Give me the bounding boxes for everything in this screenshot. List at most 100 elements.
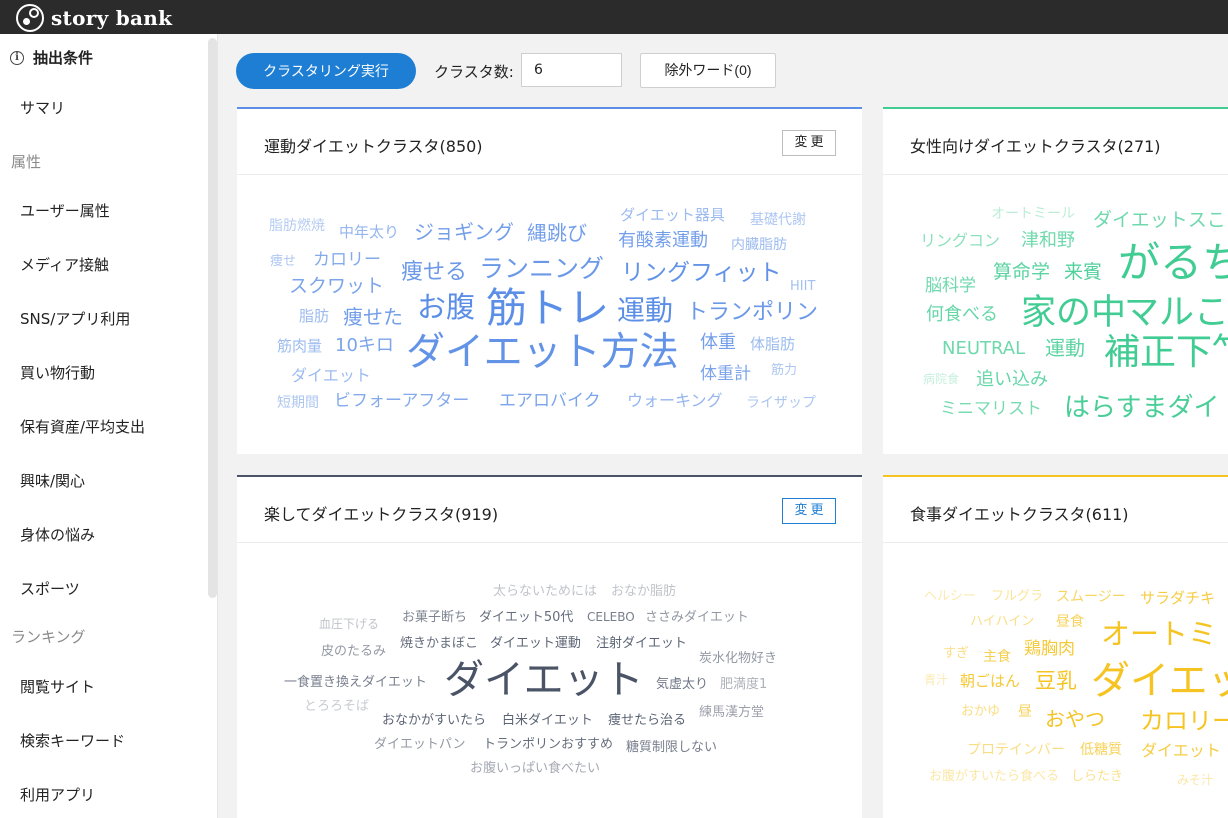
cloud-word[interactable]: 家の中 [1021,296,1126,331]
cloud-word[interactable]: 血圧下げる [319,618,379,630]
cloud-word[interactable]: 朝ごはん [960,674,1020,689]
cloud-word[interactable]: ミニマリスト [940,401,1042,418]
cloud-word[interactable]: ダイエットパン [374,738,466,751]
run-clustering-button[interactable]: クラスタリング実行 [236,53,416,89]
cloud-word[interactable]: サラダチキ [1140,591,1215,606]
cloud-word[interactable]: NEUTRAL [942,340,1025,358]
cloud-word[interactable]: 10キロ [335,337,394,355]
cloud-word[interactable]: お腹がすいたら食べる [929,770,1059,783]
cloud-word[interactable]: 肥満度1 [720,678,767,691]
cloud-word[interactable]: お腹いっぱい食べたい [470,762,600,775]
cloud-word[interactable]: 気虚太り [656,678,708,691]
cloud-word[interactable]: スクワット [289,277,384,296]
cloud-word[interactable]: カロリー [1140,709,1228,733]
cloud-word[interactable]: スムージー [1056,590,1126,604]
cloud-word[interactable]: 体重計 [700,366,751,383]
cloud-word[interactable]: ライザップ [746,396,816,410]
cloud-word[interactable]: ダイエットスこ [1093,211,1226,230]
cloud-word[interactable]: ダイエット運動 [490,637,581,650]
cloud-word[interactable]: ダイエット50代 [479,611,573,624]
cluster-count-input[interactable]: 6 [521,53,622,87]
logo[interactable]: story bank [16,4,172,32]
cloud-word[interactable]: ヘルシー [924,590,976,603]
cloud-word[interactable]: 練馬漢方堂 [699,706,764,719]
cloud-word[interactable]: おやつ [1045,709,1105,729]
cloud-word[interactable]: 運動 [1045,338,1085,358]
sidebar-item-summary[interactable]: サマリ [20,97,65,118]
cloud-word[interactable]: 焼きかまぼこ [400,637,478,650]
sidebar-item-search-keywords[interactable]: 検索キーワード [20,730,125,751]
sidebar-item-shopping-behavior[interactable]: 買い物行動 [20,362,95,383]
cloud-word[interactable]: 主食 [983,650,1011,664]
cloud-word[interactable]: エアロバイク [499,393,601,410]
cloud-word[interactable]: 筋力 [771,364,797,377]
sidebar-item-body-concerns[interactable]: 身体の悩み [20,524,95,545]
cloud-word[interactable]: 来賓 [1064,263,1102,282]
cloud-word[interactable]: 縄跳び [527,223,587,243]
cloud-word[interactable]: 痩せる [401,262,467,284]
cloud-word[interactable]: ダイエット器具 [620,208,725,223]
cloud-word[interactable]: 体重 [700,334,736,352]
cloud-word[interactable]: リングフィット [621,262,782,285]
cloud-word[interactable]: 体脂肪 [750,337,795,352]
cloud-word[interactable]: 運動 [617,297,673,325]
cloud-word[interactable]: CELEBO [587,611,635,623]
cloud-word[interactable]: トランポリン [686,302,818,324]
cloud-word[interactable]: 津和野 [1021,232,1075,250]
cloud-word[interactable]: オートミ [1101,620,1217,649]
sidebar-item-used-apps[interactable]: 利用アプリ [20,784,95,805]
cloud-word[interactable]: 筋肉量 [277,339,322,354]
cloud-word[interactable]: リングコン [920,233,1000,249]
cloud-word[interactable]: プロテインバー [967,743,1065,757]
cloud-word[interactable]: 昼 [1018,705,1032,719]
cloud-word[interactable]: ランニング [479,256,604,281]
cloud-word[interactable]: ダイエット方法 [406,333,679,372]
sidebar-scrollbar[interactable] [208,38,217,598]
cloud-word[interactable]: カロリー [313,252,381,269]
cloud-word[interactable]: ビフォーアフター [334,393,469,410]
cloud-word[interactable]: おかゆ [961,705,1000,718]
cloud-word[interactable]: 青汁 [924,674,948,686]
cloud-word[interactable]: 基礎代謝 [750,213,806,227]
cloud-word[interactable]: 鶏胸肉 [1024,641,1075,658]
cloud-word[interactable]: しらたき [1071,770,1123,783]
cloud-word[interactable]: 白米ダイエット [502,714,593,727]
sidebar-item-sns-app-usage[interactable]: SNS/アプリ利用 [20,308,130,329]
cloud-word[interactable]: マルこ [1124,296,1228,331]
cloud-word[interactable]: 炭水化物好き [699,652,777,665]
cloud-word[interactable]: 昼食 [1056,615,1084,629]
sidebar-item-media-contact[interactable]: メディア接触 [20,254,109,275]
cloud-word[interactable]: ジョギング [414,222,514,242]
change-button[interactable]: 変更 [782,130,836,156]
sidebar-item-interests[interactable]: 興味/関心 [20,470,85,491]
cloud-word[interactable]: ダイエット [1141,743,1221,759]
cloud-word[interactable]: はらすまダイ [1064,395,1219,421]
sidebar-item-sports[interactable]: スポーツ [20,578,80,599]
cloud-word[interactable]: 中年太り [339,225,399,240]
exclude-words-button[interactable]: 除外ワード(0) [640,53,776,88]
change-button[interactable]: 変更 [782,498,836,524]
cloud-word[interactable]: トランポリンおすすめ [483,738,613,751]
cloud-word[interactable]: おなか脂肪 [611,585,676,598]
cloud-word[interactable]: 豆乳 [1035,671,1077,692]
cloud-word[interactable]: 皮のたるみ [321,645,386,658]
cloud-word[interactable]: みそ汁 [1177,774,1213,786]
cloud-word[interactable]: 短期間 [277,396,319,410]
cloud-word[interactable]: 痩せた [343,307,403,327]
cloud-word[interactable]: ダイエット [291,368,371,384]
cloud-word[interactable]: おなかがすいたら [382,714,486,727]
cloud-word[interactable]: オートミール [991,207,1075,221]
sidebar-item-browsed-sites[interactable]: 閲覧サイト [20,676,95,697]
cloud-word[interactable]: ハイハイン [970,615,1034,628]
cloud-word[interactable]: ささみダイエット [645,611,749,624]
cloud-word[interactable]: 低糖質 [1080,743,1122,757]
cloud-word[interactable]: 追い込み [976,371,1048,389]
cloud-word[interactable]: お菓子断ち [402,611,467,624]
cloud-word[interactable]: お腹 [417,293,475,322]
cloud-word[interactable]: 算命学 [993,263,1050,282]
cloud-word[interactable]: とろろそば [304,700,369,713]
cloud-word[interactable]: 筋トレ [486,288,609,329]
cloud-word[interactable]: ダイエット [444,660,644,700]
sidebar-item-assets-spending[interactable]: 保有資産/平均支出 [20,416,145,437]
cloud-word[interactable]: がるち [1118,242,1228,284]
